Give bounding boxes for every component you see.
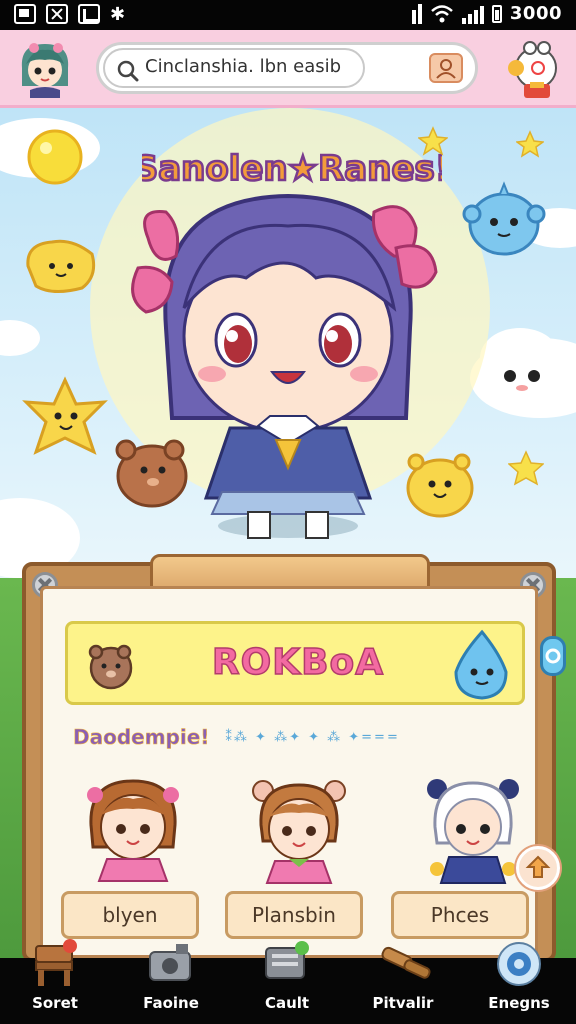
profile-button[interactable] (429, 53, 463, 83)
upload-icon (525, 855, 551, 878)
person-icon (436, 59, 456, 79)
bear-icon (88, 644, 133, 690)
settings-icon (497, 942, 541, 986)
side-toggle[interactable] (540, 636, 566, 676)
nav-item-cault[interactable]: Cault (232, 941, 342, 1024)
wifi-icon (431, 4, 453, 22)
signal-icon (461, 4, 484, 24)
nav-label: Soret (32, 994, 78, 1012)
bluetooth-icon: ✱ (110, 4, 126, 25)
hammer-icon (381, 946, 431, 979)
banner-title: ROKBoA (211, 641, 385, 684)
character-button[interactable]: blyen (61, 891, 199, 939)
battery-icon (491, 4, 502, 23)
sun-icon (27, 129, 83, 185)
search-bar (96, 42, 478, 94)
character-portrait (87, 779, 179, 882)
section-header: Daodempie! ⁑⁂ ✦ ⁂✦ ✦ ⁂ ✦=== (73, 719, 513, 755)
section-title: Daodempie! (73, 725, 210, 750)
camera-icon (149, 944, 191, 981)
search-input[interactable] (145, 56, 365, 77)
image-notification-icon (78, 4, 100, 24)
cloud-creature-icon[interactable] (490, 346, 560, 402)
mascot-icon[interactable] (504, 38, 564, 102)
star-icon (508, 450, 544, 486)
nav-item-enegns[interactable]: Enegns (464, 942, 574, 1024)
user-avatar[interactable] (14, 38, 76, 100)
upload-button[interactable] (516, 846, 560, 890)
character-panel: ROKBoA Daodempie! ⁑⁂ ✦ ⁂✦ ✦ ⁂ ✦=== blyen… (22, 554, 566, 962)
nav-item-faoine[interactable]: Faoine (116, 944, 226, 1024)
nav-label: Cault (264, 994, 310, 1012)
panel-content: ROKBoA Daodempie! ⁑⁂ ✦ ⁂✦ ✦ ⁂ ✦=== blyen… (40, 586, 538, 958)
nav-label: Enegns (488, 994, 550, 1012)
search-icon[interactable] (117, 60, 139, 82)
section-decoration: ⁑⁂ ✦ ⁂✦ ✦ ⁂ ✦=== (225, 729, 400, 745)
character-card[interactable] (239, 769, 379, 909)
search-field-frame (103, 48, 365, 88)
star-icon (516, 130, 544, 158)
hero-scene: Sanolen★Ranes! (0, 108, 576, 578)
star-creature-icon[interactable] (20, 376, 110, 466)
chair-icon (35, 939, 77, 986)
close-notification-icon (46, 4, 68, 24)
clock: 3000 (509, 3, 562, 24)
main-character[interactable] (126, 168, 450, 548)
gallery-notification-icon (14, 4, 36, 24)
category-banner: ROKBoA (65, 621, 525, 705)
character-button[interactable]: Plansbin (225, 891, 363, 939)
status-bar: ✱ 3000 (0, 0, 576, 30)
character-portrait (252, 780, 346, 884)
link-icon (545, 648, 561, 664)
blue-creature-icon[interactable] (462, 180, 546, 260)
nav-item-soret[interactable]: Soret (0, 939, 110, 1024)
nav-item-pitvalir[interactable]: Pitvalir (348, 946, 458, 1024)
blue-drop-icon (454, 629, 508, 700)
character-portrait (427, 779, 519, 884)
top-header (0, 30, 576, 108)
cart-icon (265, 941, 309, 979)
yellow-blob-icon[interactable] (22, 236, 100, 298)
vibrate-icon (411, 3, 422, 24)
star-icon (418, 126, 448, 156)
nav-label: Pitvalir (372, 994, 434, 1012)
bottom-navigation: Soret Faoine Cault Pitvalir Enegns (0, 939, 576, 1024)
character-button[interactable]: Phces (391, 891, 529, 939)
nav-label: Faoine (143, 994, 199, 1012)
character-card[interactable] (73, 769, 213, 909)
